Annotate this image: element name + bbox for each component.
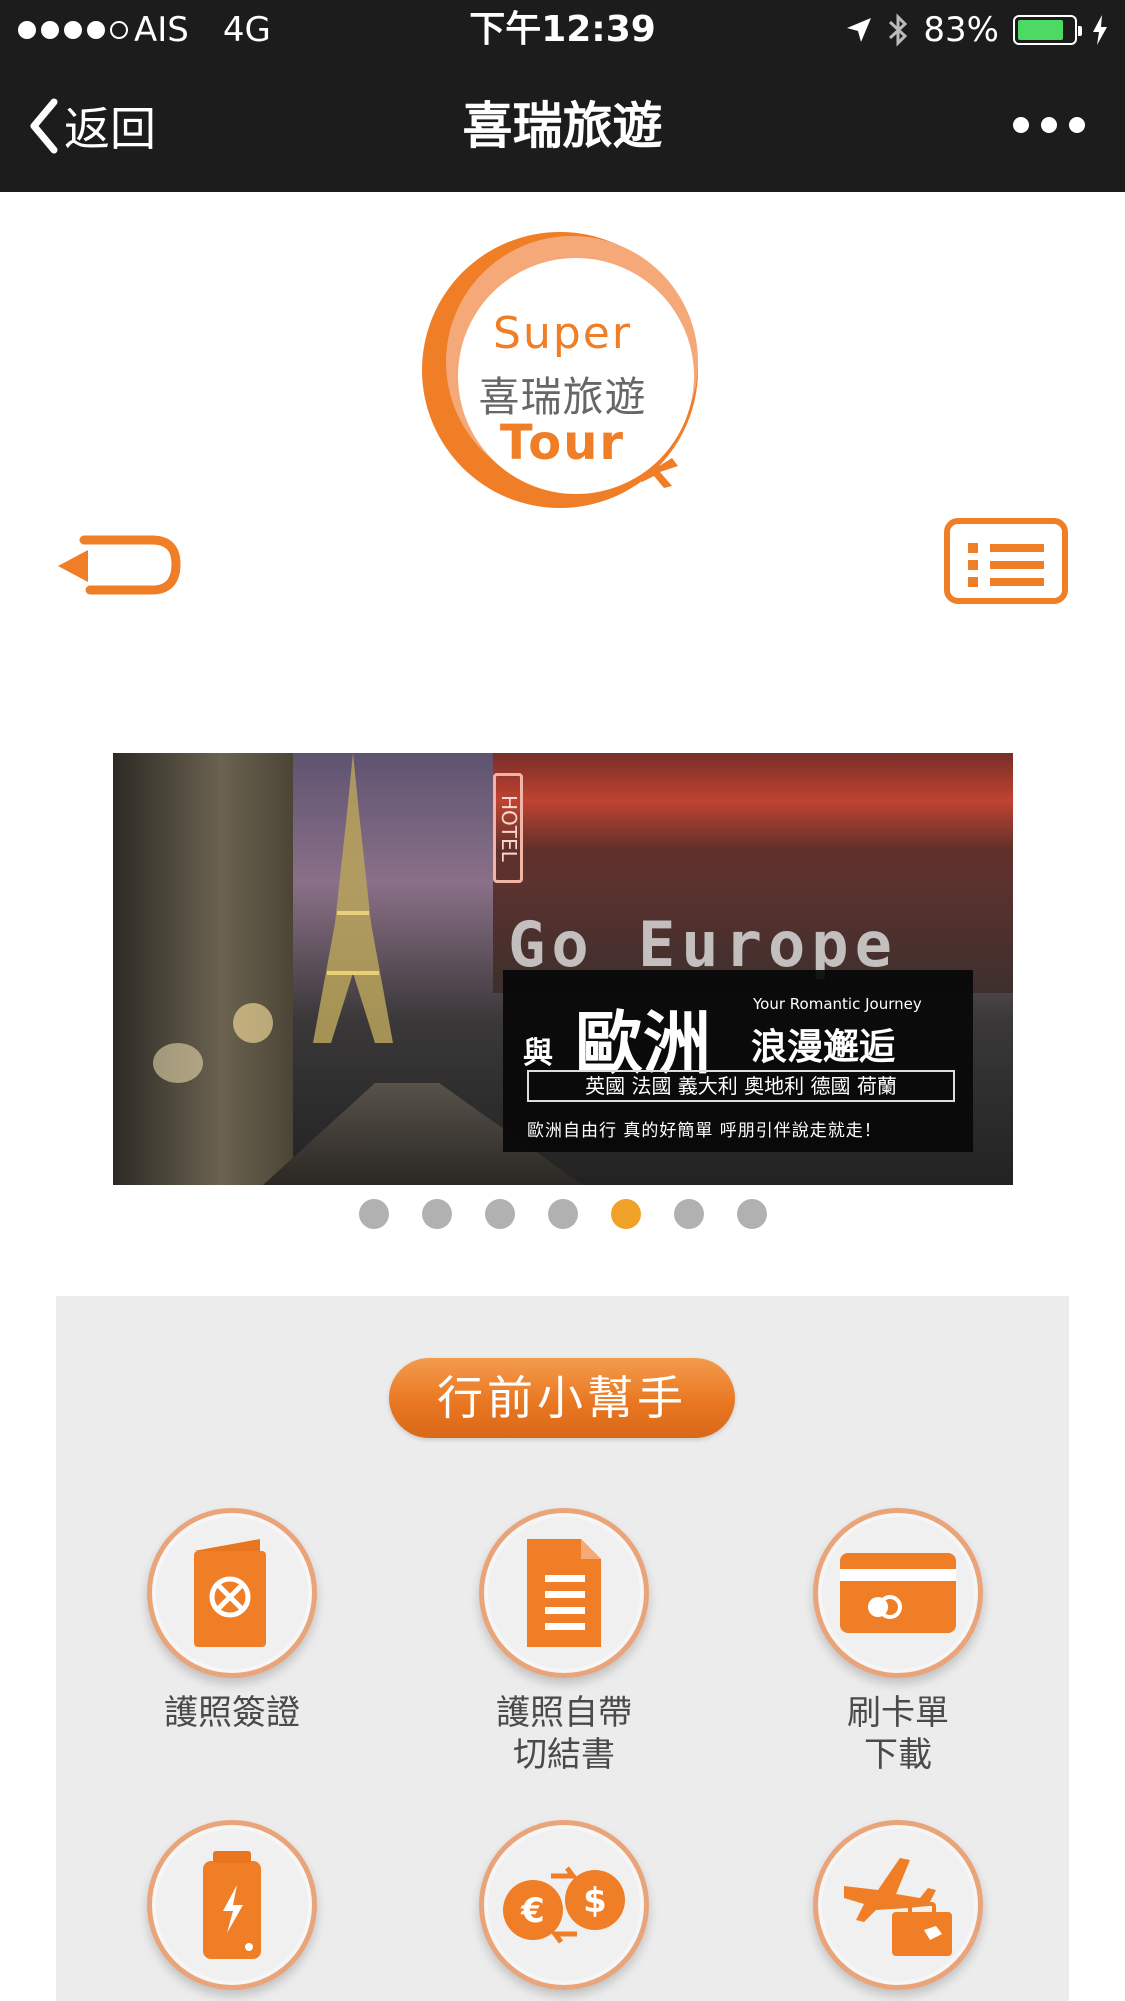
helper-item-label: 刷卡單 下載 [847, 1693, 949, 1775]
banner-romance: 浪漫邂逅 [751, 1027, 896, 1068]
battery-icon [1013, 15, 1082, 45]
status-bar-right: 83% [845, 0, 1109, 60]
helper-item-passport-affidavit[interactable]: 護照自帶 切結書 [466, 1508, 662, 1776]
carousel-dot[interactable] [547, 1199, 578, 1229]
credit-card-icon [813, 1508, 983, 1678]
logo-text-chinese: 喜瑞旅遊 [478, 373, 647, 421]
power-bank-icon [147, 1820, 317, 1990]
chevron-left-icon [30, 98, 58, 154]
banner-tagline-en: Your Romantic Journey [753, 995, 922, 1013]
helper-item-card-form[interactable]: 刷卡單 下載 [800, 1508, 996, 1776]
page-title: 喜瑞旅遊 [462, 97, 663, 155]
banner-with: 與 [523, 1036, 553, 1071]
helper-item-power-bank[interactable] [134, 1820, 330, 2001]
return-arrow-icon [58, 535, 181, 595]
eiffel-tower-graphic [313, 753, 393, 1043]
carousel-dot[interactable] [673, 1199, 704, 1229]
battery-percent: 83% [923, 10, 999, 50]
more-dot-icon [1041, 117, 1057, 133]
carousel-dot[interactable] [736, 1199, 767, 1229]
promo-banner[interactable]: HOTEL Go Europe 與 歐洲 Your Romantic Journ… [113, 753, 1013, 1185]
helper-item-passport-visa[interactable]: 護照簽證 [134, 1508, 330, 1734]
super-tour-logo: Super 喜瑞旅遊 Tour [410, 220, 715, 520]
more-dot-icon [1013, 117, 1029, 133]
network-type: 4G [222, 10, 271, 50]
logo-text-tour: Tour [499, 415, 626, 471]
bluetooth-icon [889, 13, 908, 47]
back-button[interactable]: 返回 [28, 96, 156, 156]
return-arrow-button[interactable] [54, 528, 184, 598]
hotel-sign: HOTEL [493, 773, 523, 883]
carousel-dot[interactable] [484, 1199, 515, 1229]
logo-text-super: Super [493, 308, 632, 359]
navigation-bar: 返回 喜瑞旅遊 [0, 60, 1125, 192]
passport-icon [147, 1508, 317, 1678]
carousel-dot[interactable] [358, 1199, 389, 1229]
carousel-pager [0, 1199, 1125, 1229]
svg-text:$: $ [583, 1881, 607, 1921]
carrier-name: AIS [134, 10, 189, 50]
status-bar: AIS 4G 下午12:39 83% [0, 0, 1125, 60]
carousel-dot[interactable] [421, 1199, 452, 1229]
list-icon [968, 539, 1044, 590]
banner-street-image [113, 753, 293, 1185]
helper-section-title: 行前小幫手 [389, 1358, 735, 1438]
signal-strength-icon [18, 21, 128, 39]
helper-item-flight-luggage[interactable] [800, 1820, 996, 2001]
more-options-button[interactable] [1013, 110, 1085, 140]
carousel-dot[interactable] [610, 1199, 641, 1229]
pre-trip-helper-section: 行前小幫手 護照簽證 護照自帶 切結書 刷卡單 下載 € $ [56, 1296, 1069, 2001]
helper-item-label: 護照自帶 切結書 [496, 1693, 632, 1775]
more-dot-icon [1069, 117, 1085, 133]
document-icon [479, 1508, 649, 1678]
banner-text-panel: 與 歐洲 Your Romantic Journey 浪漫邂逅 英國 法國 義大… [503, 970, 973, 1152]
back-label: 返回 [64, 102, 156, 156]
svg-text:€: € [520, 1891, 545, 1931]
helper-item-label: 護照簽證 [164, 1693, 300, 1733]
street-light [233, 1003, 273, 1043]
location-arrow-icon [847, 18, 872, 42]
charging-bolt-icon [1093, 15, 1107, 45]
banner-countries: 英國 法國 義大利 奧地利 德國 荷蘭 [527, 1070, 955, 1102]
banner-slogan: 歐洲自由行 真的好簡單 呼朋引伴說走就走！ [527, 1121, 882, 1141]
status-bar-left: AIS 4G [18, 0, 271, 60]
currency-exchange-icon: € $ [479, 1820, 649, 1990]
street-light [153, 1043, 203, 1083]
helper-item-currency-exchange[interactable]: € $ [466, 1820, 662, 2001]
menu-list-button[interactable] [944, 518, 1068, 604]
flight-luggage-icon [813, 1820, 983, 1990]
